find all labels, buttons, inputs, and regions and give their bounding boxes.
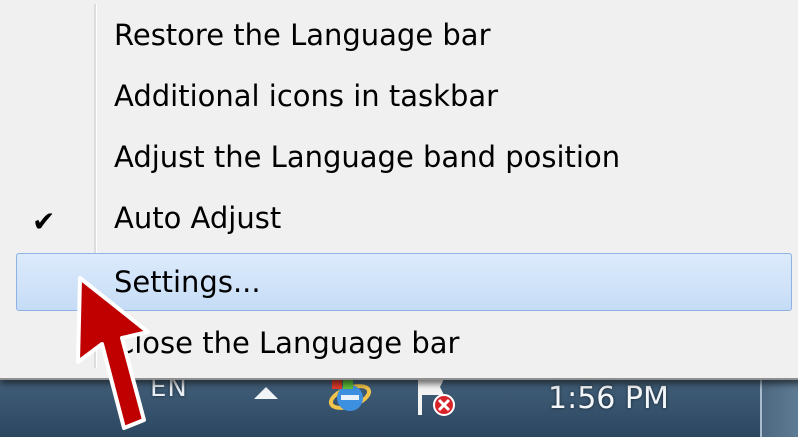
menu-item-label: Additional icons in taskbar (114, 79, 499, 113)
internet-explorer-icon[interactable] (328, 377, 372, 417)
menu-item-label: Close the Language bar (114, 326, 460, 360)
menu-item-label: Adjust the Language band position (114, 140, 621, 174)
menu-item-additional-icons[interactable]: Additional icons in taskbar (16, 67, 792, 125)
menu-item-restore-language-bar[interactable]: Restore the Language bar (16, 6, 792, 64)
menu-item-label: Restore the Language bar (114, 18, 491, 52)
annotation-arrow-icon (76, 276, 150, 430)
clock[interactable]: 1:56 PM (548, 381, 669, 416)
menu-item-adjust-band-position[interactable]: Adjust the Language band position (16, 128, 792, 186)
show-hidden-icons-arrow-icon[interactable] (254, 387, 278, 399)
checkmark-icon: ✔ (32, 205, 56, 238)
menu-item-label: Auto Adjust (114, 201, 282, 235)
menu-item-auto-adjust[interactable]: ✔ Auto Adjust (16, 189, 792, 247)
